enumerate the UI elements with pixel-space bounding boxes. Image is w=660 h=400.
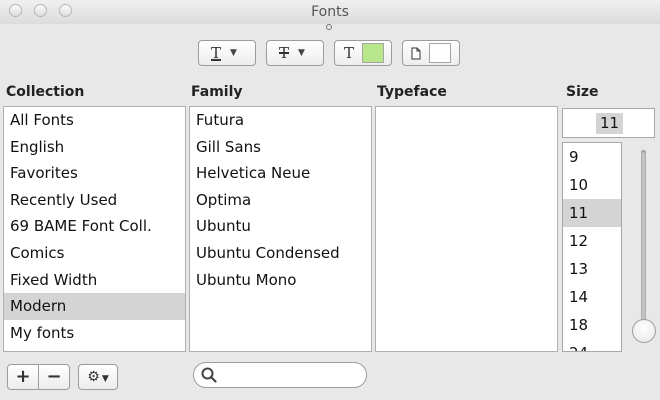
- family-item[interactable]: Ubuntu Mono: [190, 267, 371, 294]
- family-item[interactable]: Optima: [190, 187, 371, 214]
- text-color-icon: T: [344, 44, 355, 62]
- document-icon: [411, 47, 421, 59]
- family-item[interactable]: Futura: [190, 107, 371, 134]
- family-list[interactable]: Futura Gill Sans Helvetica Neue Optima Ubunt…: [189, 106, 372, 352]
- size-item[interactable]: 18: [563, 311, 621, 339]
- text-color-button[interactable]: T: [334, 40, 392, 66]
- family-item[interactable]: Gill Sans: [190, 134, 371, 161]
- search-icon: [201, 367, 217, 383]
- typeface-list[interactable]: [375, 106, 558, 352]
- title-bar: Fonts: [0, 0, 660, 24]
- collection-item[interactable]: Recently Used: [4, 187, 185, 214]
- size-item[interactable]: 12: [563, 227, 621, 255]
- size-item[interactable]: 10: [563, 171, 621, 199]
- size-item[interactable]: 13: [563, 255, 621, 283]
- family-item[interactable]: Ubuntu Condensed: [190, 240, 371, 267]
- size-item[interactable]: 24: [563, 339, 621, 351]
- document-color-button[interactable]: [402, 40, 460, 66]
- size-item[interactable]: 9: [563, 143, 621, 171]
- size-value: 11: [596, 113, 624, 134]
- add-collection-button[interactable]: +: [7, 364, 39, 390]
- size-item[interactable]: 14: [563, 283, 621, 311]
- collection-item[interactable]: Favorites: [4, 160, 185, 187]
- typeface-header: Typeface: [377, 84, 447, 100]
- collection-header: Collection: [6, 84, 85, 100]
- strikethrough-icon: T: [279, 44, 290, 62]
- collection-item[interactable]: All Fonts: [4, 107, 185, 134]
- underline-button[interactable]: T ▼: [198, 40, 256, 66]
- underline-icon: T: [211, 44, 222, 62]
- gear-icon: ⚙: [87, 369, 100, 385]
- size-slider-track[interactable]: [641, 150, 646, 336]
- collection-list[interactable]: All Fonts English Favorites Recently Used 69…: [3, 106, 186, 352]
- search-field[interactable]: [193, 362, 367, 388]
- size-list[interactable]: 910111213141824: [562, 142, 622, 352]
- action-menu-button[interactable]: ⚙ ▼: [78, 364, 118, 390]
- size-item[interactable]: 11: [563, 199, 621, 227]
- chevron-down-icon: ▼: [101, 374, 109, 384]
- chevron-down-icon: ▼: [230, 48, 237, 58]
- collection-item[interactable]: Fixed Width: [4, 267, 185, 294]
- collection-item[interactable]: Comics: [4, 240, 185, 267]
- text-background-swatch[interactable]: [362, 43, 385, 63]
- close-button[interactable]: [9, 4, 22, 17]
- size-header: Size: [566, 84, 599, 100]
- search-input[interactable]: [220, 366, 364, 386]
- collection-item[interactable]: English: [4, 134, 185, 161]
- remove-collection-button[interactable]: −: [38, 364, 70, 390]
- document-background-swatch[interactable]: [429, 43, 451, 63]
- collection-item[interactable]: My fonts: [4, 320, 185, 347]
- collection-item[interactable]: 69 BAME Font Coll.: [4, 213, 185, 240]
- minus-icon: −: [46, 366, 62, 387]
- window-title: Fonts: [311, 4, 349, 20]
- plus-icon: +: [15, 366, 31, 387]
- family-header: Family: [191, 84, 243, 100]
- minimize-button[interactable]: [34, 4, 47, 17]
- size-slider-knob[interactable]: [632, 319, 656, 343]
- size-field[interactable]: 11: [562, 108, 655, 138]
- family-item[interactable]: Helvetica Neue: [190, 160, 371, 187]
- grab-handle-icon[interactable]: [324, 24, 334, 30]
- zoom-button[interactable]: [59, 4, 72, 17]
- strikethrough-button[interactable]: T ▼: [266, 40, 324, 66]
- chevron-down-icon: ▼: [298, 48, 305, 58]
- collection-item[interactable]: Modern: [4, 293, 185, 320]
- family-item[interactable]: Ubuntu: [190, 213, 371, 240]
